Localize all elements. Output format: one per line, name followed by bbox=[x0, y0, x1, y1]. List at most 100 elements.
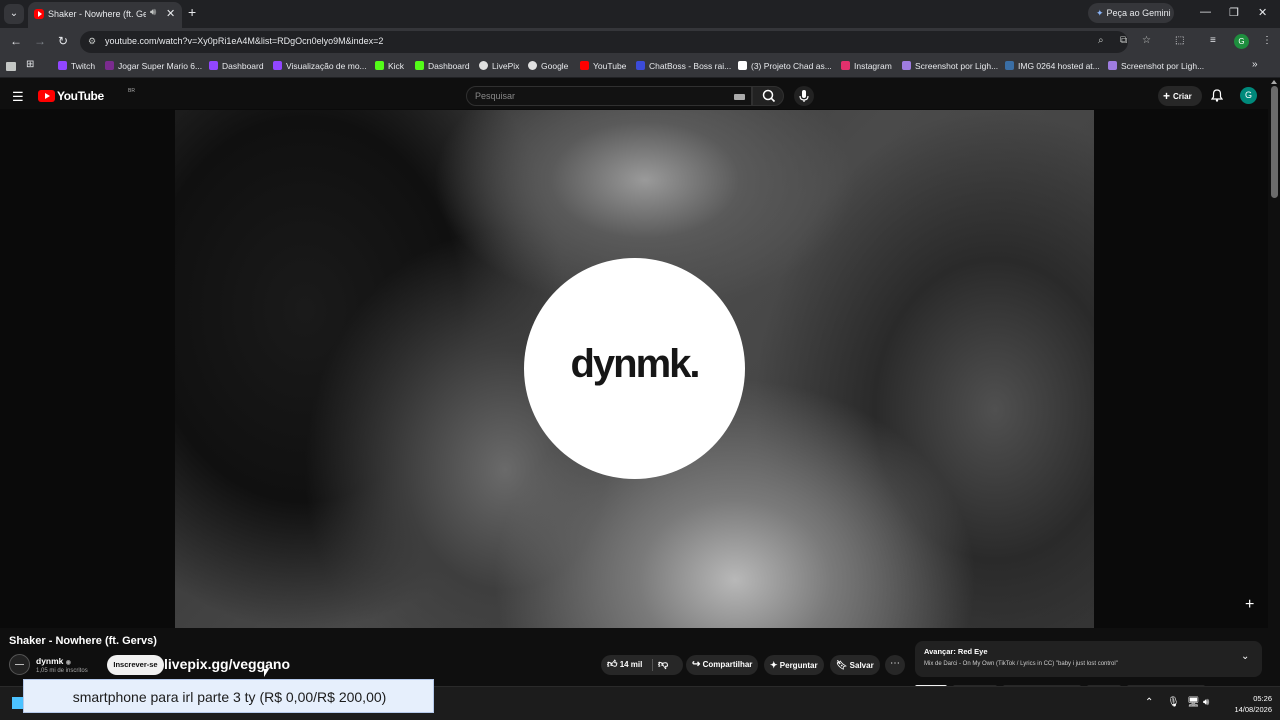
more-actions-icon[interactable]: ⋯ bbox=[885, 655, 905, 675]
youtube-wordmark: YouTube bbox=[57, 89, 104, 103]
bookmark-item[interactable]: Google bbox=[528, 61, 568, 73]
channel-name[interactable]: dynmk ◉ bbox=[36, 656, 71, 666]
zoom-icon[interactable]: ⌕ bbox=[1098, 35, 1104, 46]
bookmark-item[interactable]: Instagram bbox=[841, 61, 892, 73]
forward-arrow-icon[interactable]: → bbox=[34, 34, 46, 48]
system-clock[interactable]: 05:26 14/08/2026 bbox=[1222, 693, 1272, 715]
bookmark-favicon-icon bbox=[58, 61, 67, 70]
create-button[interactable]: + Criar bbox=[1158, 86, 1202, 106]
up-next-panel[interactable]: Avançar: Red Eye Mix de Darci - On My Ow… bbox=[915, 641, 1262, 677]
bookmark-item[interactable]: (3) Projeto Chad as... bbox=[738, 61, 832, 73]
bookmark-label: Twitch bbox=[71, 61, 96, 71]
apps-grid-icon[interactable]: ⊞ bbox=[26, 59, 34, 71]
voice-search-button[interactable] bbox=[794, 86, 814, 106]
bookmark-item[interactable]: Kick bbox=[375, 61, 404, 73]
restore-window-button[interactable]: ❐ bbox=[1229, 6, 1239, 19]
thumbs-down-icon[interactable]: 👎︎ bbox=[658, 655, 668, 675]
install-app-icon[interactable]: ⧉ bbox=[1120, 35, 1127, 46]
bookmark-label: (3) Projeto Chad as... bbox=[751, 61, 832, 71]
bookmark-item[interactable]: YouTube bbox=[580, 61, 626, 73]
reload-icon[interactable]: ↻ bbox=[58, 34, 68, 48]
mouse-cursor-icon bbox=[264, 669, 269, 677]
share-button[interactable]: ↪ Compartilhar bbox=[686, 655, 758, 675]
microphone-icon bbox=[799, 90, 809, 102]
video-title: Shaker - Nowhere (ft. Gervs) bbox=[9, 635, 157, 647]
keyboard-icon[interactable] bbox=[734, 94, 745, 100]
new-tab-button[interactable]: + bbox=[188, 4, 196, 20]
bookmark-favicon-icon bbox=[479, 61, 488, 70]
guide-menu-icon[interactable]: ☰ bbox=[12, 89, 24, 105]
notifications-button[interactable] bbox=[1210, 89, 1224, 107]
bookmark-favicon-icon bbox=[528, 61, 537, 70]
bookmark-item[interactable]: Screenshot por Ligh... bbox=[902, 61, 998, 73]
like-button[interactable]: 👍︎ 14 mil bbox=[607, 655, 642, 675]
bookmark-item[interactable]: Dashboard bbox=[209, 61, 264, 73]
site-info-icon[interactable]: ⚙ bbox=[88, 36, 96, 47]
close-window-button[interactable]: ✕ bbox=[1258, 6, 1267, 19]
like-divider bbox=[652, 659, 653, 671]
up-next-title: Avançar: Red Eye bbox=[924, 647, 988, 656]
channel-avatar[interactable] bbox=[9, 654, 30, 675]
search-input[interactable]: Pesquisar bbox=[466, 86, 752, 106]
bookmark-label: Dashboard bbox=[428, 61, 470, 71]
bookmark-item[interactable]: Screenshot por Ligh... bbox=[1108, 61, 1204, 73]
bookmark-label: Google bbox=[541, 61, 569, 71]
reading-mode-icon[interactable] bbox=[6, 62, 16, 71]
bookmark-favicon-icon bbox=[209, 61, 218, 70]
minimize-window-button[interactable]: — bbox=[1200, 6, 1211, 18]
browser-toolbar: ← → ↻ ⚙ youtube.com/watch?v=Xy0pRi1eA4M&… bbox=[0, 28, 1280, 56]
profile-avatar[interactable]: G bbox=[1234, 34, 1249, 49]
microphone-tray-icon[interactable]: 🎙︎ bbox=[1167, 697, 1180, 708]
subscribe-button[interactable]: Inscrever-se bbox=[107, 655, 164, 675]
verified-icon: ◉ bbox=[65, 660, 72, 666]
address-bar[interactable]: ⚙ youtube.com/watch?v=Xy0pRi1eA4M&list=R… bbox=[80, 31, 1151, 53]
bookmark-label: LivePix bbox=[492, 61, 520, 71]
url-text[interactable]: youtube.com/watch?v=Xy0pRi1eA4M&list=RDg… bbox=[105, 36, 383, 46]
media-controls-icon[interactable]: ≡ bbox=[1210, 35, 1216, 46]
video-frame[interactable]: dynmk. bbox=[175, 110, 1094, 628]
scroll-up-arrow-icon[interactable] bbox=[1271, 80, 1277, 84]
bookmark-label: Kick bbox=[388, 61, 405, 71]
youtube-play-icon bbox=[38, 90, 55, 102]
tab-close-icon[interactable]: ✕ bbox=[166, 7, 175, 20]
page-scrollbar[interactable] bbox=[1271, 86, 1278, 198]
browser-tab-bar: ⌄ Shaker - Nowhere (ft. Gervs) 🔊︎ ✕ + ✦P… bbox=[0, 0, 1280, 28]
bookmark-star-icon[interactable]: ☆ bbox=[1142, 35, 1151, 46]
bookmarks-bar: ⊞ Twitch Jogar Super Mario 6... Dashboar… bbox=[0, 56, 1280, 78]
bookmark-item[interactable]: LivePix bbox=[479, 61, 519, 73]
bookmark-item[interactable]: Dashboard bbox=[415, 61, 470, 73]
artist-logo-badge: dynmk. bbox=[524, 258, 745, 479]
more-bookmarks-chevron-icon[interactable]: » bbox=[1252, 59, 1258, 71]
volume-icon[interactable]: 🔊︎ bbox=[1203, 697, 1209, 708]
ask-gemini-button[interactable]: ✦ Peça ao Gemini bbox=[1088, 3, 1174, 23]
clock-date: 14/08/2026 bbox=[1234, 705, 1272, 714]
bookmark-item[interactable]: Twitch bbox=[58, 61, 95, 73]
ask-button[interactable]: ✦ Perguntar bbox=[764, 655, 824, 675]
tray-chevron-icon[interactable]: ⌃ bbox=[1145, 697, 1153, 708]
browser-menu-icon[interactable]: ⋮ bbox=[1262, 35, 1272, 46]
browser-tab-active[interactable]: Shaker - Nowhere (ft. Gervs) 🔊︎ ✕ bbox=[28, 2, 182, 28]
save-button[interactable]: 🔖︎ Salvar bbox=[830, 655, 880, 675]
gemini-label: Peça ao Gemini bbox=[1106, 8, 1171, 18]
bookmark-item[interactable]: ChatBoss - Boss rai... bbox=[636, 61, 731, 73]
chevron-down-icon[interactable]: ⌄ bbox=[1241, 651, 1249, 662]
ask-label: Perguntar bbox=[779, 661, 818, 670]
youtube-favicon-icon bbox=[34, 9, 44, 19]
bookmark-item[interactable]: Jogar Super Mario 6... bbox=[105, 61, 202, 73]
network-icon[interactable]: 🖥︎ bbox=[1187, 697, 1200, 708]
back-arrow-icon[interactable]: ← bbox=[10, 34, 22, 48]
donation-goal-text: smartphone para irl parte 3 ty (R$ 0,00/… bbox=[72, 689, 387, 705]
bookmark-label: Visualização de mo... bbox=[286, 61, 367, 71]
tab-search-menu-button[interactable]: ⌄ bbox=[4, 4, 24, 24]
search-button[interactable] bbox=[752, 86, 784, 106]
subscriber-count: 1,05 mi de inscritos bbox=[36, 668, 88, 674]
bookmark-item[interactable]: Visualização de mo... bbox=[273, 61, 367, 73]
bookmark-item[interactable]: IMG 0264 hosted at... bbox=[1005, 61, 1100, 73]
search-placeholder: Pesquisar bbox=[475, 91, 516, 101]
bookmark-label: Instagram bbox=[854, 61, 892, 71]
account-avatar[interactable]: G bbox=[1240, 87, 1257, 104]
bell-icon bbox=[1210, 89, 1224, 102]
speaker-icon[interactable]: 🔊︎ bbox=[150, 7, 156, 18]
extensions-puzzle-icon[interactable]: ⬚ bbox=[1175, 35, 1184, 46]
add-to-queue-icon[interactable]: + bbox=[1245, 596, 1254, 614]
